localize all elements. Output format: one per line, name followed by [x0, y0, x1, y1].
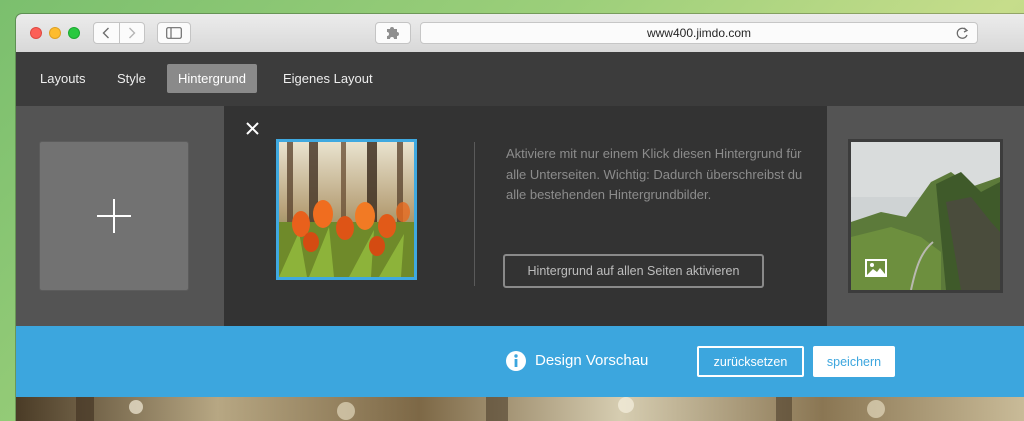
plus-icon [97, 199, 131, 233]
add-background-button[interactable] [39, 141, 189, 291]
close-window-button[interactable] [30, 27, 42, 39]
url-text: www400.jimdo.com [646, 26, 752, 40]
image-icon [865, 259, 887, 282]
design-preview-label: Design Vorschau [535, 352, 649, 369]
history-nav [93, 22, 145, 44]
tab-layouts[interactable]: Layouts [29, 64, 97, 93]
browser-toolbar: www400.jimdo.com [16, 14, 1024, 53]
design-preview-bar: Design Vorschau zurücksetzen speichern [16, 326, 1024, 397]
sidebar-toggle-button[interactable] [157, 22, 191, 44]
forward-button[interactable] [118, 23, 145, 43]
info-icon[interactable] [505, 350, 527, 377]
forward-icon [128, 27, 136, 39]
zoom-window-button[interactable] [68, 27, 80, 39]
tulips-image [279, 142, 414, 277]
background-library-panel [827, 106, 1024, 326]
apply-all-description: Aktiviere mit nur einem Klick diesen Hin… [506, 146, 803, 202]
selected-background-thumbnail[interactable] [276, 139, 417, 280]
panel-divider [474, 142, 475, 286]
back-button[interactable] [94, 23, 119, 43]
tab-hintergrund[interactable]: Hintergrund [167, 64, 257, 93]
extensions-button[interactable] [375, 22, 411, 44]
minimize-window-button[interactable] [49, 27, 61, 39]
apply-background-all-pages-button[interactable]: Hintergrund auf allen Seiten aktivieren [503, 254, 764, 288]
tab-eigenes-layout[interactable]: Eigenes Layout [272, 64, 384, 93]
design-menu-tabs: Layouts Style Hintergrund Eigenes Layout [16, 52, 1024, 106]
background-thumbnail-landscape[interactable] [848, 139, 1003, 293]
reload-icon[interactable] [956, 26, 969, 43]
address-bar[interactable]: www400.jimdo.com [420, 22, 978, 44]
back-icon [102, 27, 110, 39]
reset-button[interactable]: zurücksetzen [697, 346, 804, 377]
tab-style[interactable]: Style [106, 64, 157, 93]
blurred-forest-image [16, 397, 1024, 421]
close-icon[interactable] [246, 120, 259, 138]
background-options-panel: Aktiviere mit nur einem Klick diesen Hin… [224, 106, 827, 326]
extension-icon [387, 27, 399, 39]
background-add-panel [16, 106, 224, 326]
save-button[interactable]: speichern [813, 346, 895, 377]
browser-window: www400.jimdo.com Layouts Style Hintergru… [16, 14, 1024, 421]
sidebar-icon [166, 27, 182, 39]
page-background-preview [16, 397, 1024, 421]
